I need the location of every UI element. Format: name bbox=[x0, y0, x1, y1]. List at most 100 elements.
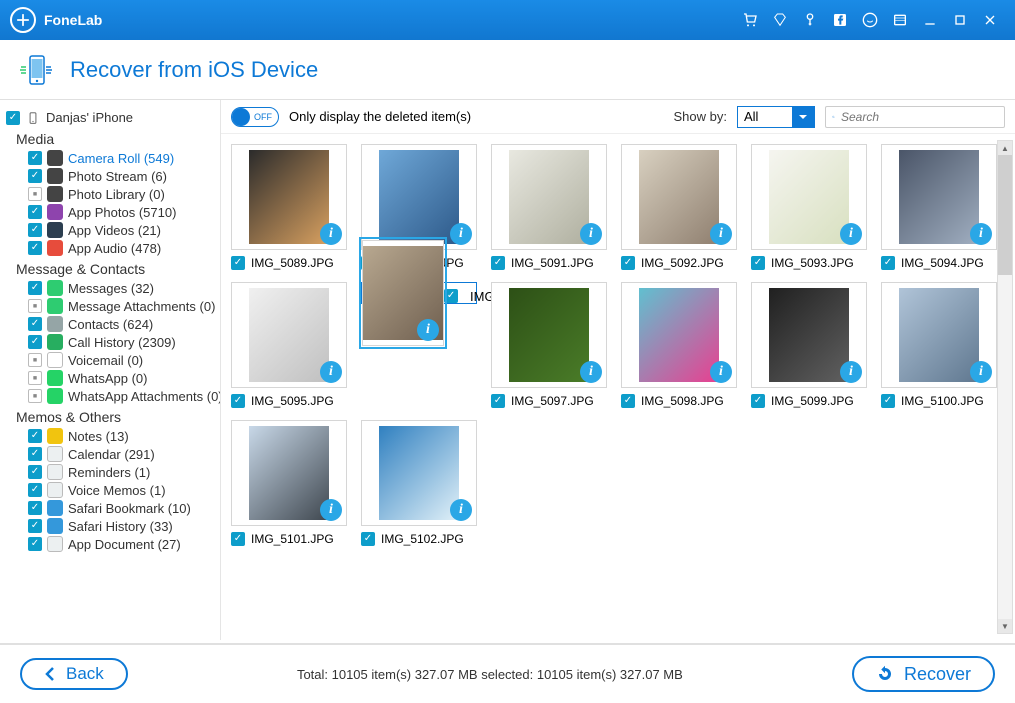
thumbnail-card[interactable]: iIMG_5096.JPG bbox=[361, 282, 477, 304]
item-checkbox[interactable] bbox=[28, 465, 42, 479]
thumbnail-image[interactable]: i bbox=[621, 144, 737, 250]
item-checkbox[interactable] bbox=[28, 371, 42, 385]
item-checkbox[interactable] bbox=[28, 169, 42, 183]
thumbnail-image[interactable]: i bbox=[491, 282, 607, 388]
info-icon[interactable]: i bbox=[580, 361, 602, 383]
sidebar-item[interactable]: Notes (13) bbox=[6, 427, 214, 445]
thumb-checkbox[interactable] bbox=[621, 394, 635, 408]
sidebar-item[interactable]: Reminders (1) bbox=[6, 463, 214, 481]
info-icon[interactable]: i bbox=[970, 223, 992, 245]
sidebar-item[interactable]: Message Attachments (0) bbox=[6, 297, 214, 315]
thumb-checkbox[interactable] bbox=[881, 394, 895, 408]
sidebar-item[interactable]: WhatsApp (0) bbox=[6, 369, 214, 387]
thumbnail-image[interactable]: i bbox=[361, 144, 477, 250]
info-icon[interactable]: i bbox=[710, 223, 732, 245]
recover-button[interactable]: Recover bbox=[852, 656, 995, 692]
sidebar-item[interactable]: Safari History (33) bbox=[6, 517, 214, 535]
maximize-icon[interactable] bbox=[949, 9, 971, 31]
key-icon[interactable] bbox=[799, 9, 821, 31]
info-icon[interactable]: i bbox=[320, 499, 342, 521]
info-icon[interactable]: i bbox=[710, 361, 732, 383]
item-checkbox[interactable] bbox=[28, 317, 42, 331]
thumb-checkbox[interactable] bbox=[751, 394, 765, 408]
item-checkbox[interactable] bbox=[28, 483, 42, 497]
sidebar-item[interactable]: Photo Library (0) bbox=[6, 185, 214, 203]
sidebar-item[interactable]: Photo Stream (6) bbox=[6, 167, 214, 185]
thumbnail-card[interactable]: iIMG_5091.JPG bbox=[491, 144, 607, 270]
thumb-checkbox[interactable] bbox=[491, 394, 505, 408]
item-checkbox[interactable] bbox=[28, 151, 42, 165]
info-icon[interactable]: i bbox=[320, 223, 342, 245]
thumbnail-card[interactable]: iIMG_5097.JPG bbox=[491, 282, 607, 408]
item-checkbox[interactable] bbox=[28, 501, 42, 515]
item-checkbox[interactable] bbox=[28, 389, 42, 403]
thumbnail-card[interactable]: iIMG_5094.JPG bbox=[881, 144, 997, 270]
menu-icon[interactable] bbox=[889, 9, 911, 31]
thumbnail-card[interactable]: iIMG_5098.JPG bbox=[621, 282, 737, 408]
info-icon[interactable]: i bbox=[450, 499, 472, 521]
sidebar-item[interactable]: App Document (27) bbox=[6, 535, 214, 553]
info-icon[interactable]: i bbox=[320, 361, 342, 383]
device-checkbox[interactable] bbox=[6, 111, 20, 125]
thumbnail-image[interactable]: i bbox=[361, 420, 477, 526]
vertical-scrollbar[interactable]: ▲▼ bbox=[997, 140, 1013, 634]
thumb-checkbox[interactable] bbox=[231, 532, 245, 546]
deleted-only-toggle[interactable]: OFF bbox=[231, 107, 279, 127]
close-icon[interactable] bbox=[979, 9, 1001, 31]
sidebar-item[interactable]: Voice Memos (1) bbox=[6, 481, 214, 499]
search-input[interactable] bbox=[841, 110, 998, 124]
sidebar-item[interactable]: Calendar (291) bbox=[6, 445, 214, 463]
thumb-checkbox[interactable] bbox=[231, 394, 245, 408]
thumbnail-card[interactable]: iIMG_5095.JPG bbox=[231, 282, 347, 408]
item-checkbox[interactable] bbox=[28, 205, 42, 219]
feedback-icon[interactable] bbox=[859, 9, 881, 31]
sidebar-item[interactable]: Camera Roll (549) bbox=[6, 149, 214, 167]
item-checkbox[interactable] bbox=[28, 335, 42, 349]
sidebar-item[interactable]: App Videos (21) bbox=[6, 221, 214, 239]
sidebar-item[interactable]: WhatsApp Attachments (0) bbox=[6, 387, 214, 405]
cart-icon[interactable] bbox=[739, 9, 761, 31]
item-checkbox[interactable] bbox=[28, 281, 42, 295]
info-icon[interactable]: i bbox=[840, 361, 862, 383]
thumbnail-card[interactable]: iIMG_5101.JPG bbox=[231, 420, 347, 546]
item-checkbox[interactable] bbox=[28, 187, 42, 201]
sidebar-item[interactable]: Voicemail (0) bbox=[6, 351, 214, 369]
thumbnail-card[interactable]: iIMG_5102.JPG bbox=[361, 420, 477, 546]
info-icon[interactable]: i bbox=[417, 319, 439, 341]
sidebar-item[interactable]: App Audio (478) bbox=[6, 239, 214, 257]
info-icon[interactable]: i bbox=[840, 223, 862, 245]
thumbnail-image[interactable]: i bbox=[362, 240, 444, 346]
search-box[interactable] bbox=[825, 106, 1005, 128]
thumb-checkbox[interactable] bbox=[231, 256, 245, 270]
diamond-icon[interactable] bbox=[769, 9, 791, 31]
back-button[interactable]: Back bbox=[20, 658, 128, 690]
facebook-icon[interactable] bbox=[829, 9, 851, 31]
thumbnail-card[interactable]: iIMG_5093.JPG bbox=[751, 144, 867, 270]
item-checkbox[interactable] bbox=[28, 223, 42, 237]
thumbnail-image[interactable]: i bbox=[231, 420, 347, 526]
thumbnail-image[interactable]: i bbox=[231, 144, 347, 250]
thumbnail-image[interactable]: i bbox=[881, 144, 997, 250]
thumbnail-card[interactable]: iIMG_5092.JPG bbox=[621, 144, 737, 270]
thumbnail-image[interactable]: i bbox=[881, 282, 997, 388]
item-checkbox[interactable] bbox=[28, 353, 42, 367]
sidebar-item[interactable]: Call History (2309) bbox=[6, 333, 214, 351]
thumbnail-image[interactable]: i bbox=[751, 282, 867, 388]
thumbnail-card[interactable]: iIMG_5099.JPG bbox=[751, 282, 867, 408]
thumbnail-image[interactable]: i bbox=[231, 282, 347, 388]
item-checkbox[interactable] bbox=[28, 241, 42, 255]
item-checkbox[interactable] bbox=[28, 299, 42, 313]
thumb-checkbox[interactable] bbox=[751, 256, 765, 270]
thumbnail-image[interactable]: i bbox=[751, 144, 867, 250]
sidebar-item[interactable]: Safari Bookmark (10) bbox=[6, 499, 214, 517]
sidebar-item[interactable]: Messages (32) bbox=[6, 279, 214, 297]
thumb-checkbox[interactable] bbox=[361, 532, 375, 546]
thumbnail-card[interactable]: iIMG_5100.JPG bbox=[881, 282, 997, 408]
thumbnail-card[interactable]: iIMG_5089.JPG bbox=[231, 144, 347, 270]
sidebar-item[interactable]: Contacts (624) bbox=[6, 315, 214, 333]
item-checkbox[interactable] bbox=[28, 519, 42, 533]
thumbnail-image[interactable]: i bbox=[621, 282, 737, 388]
item-checkbox[interactable] bbox=[28, 429, 42, 443]
thumb-checkbox[interactable] bbox=[621, 256, 635, 270]
item-checkbox[interactable] bbox=[28, 537, 42, 551]
